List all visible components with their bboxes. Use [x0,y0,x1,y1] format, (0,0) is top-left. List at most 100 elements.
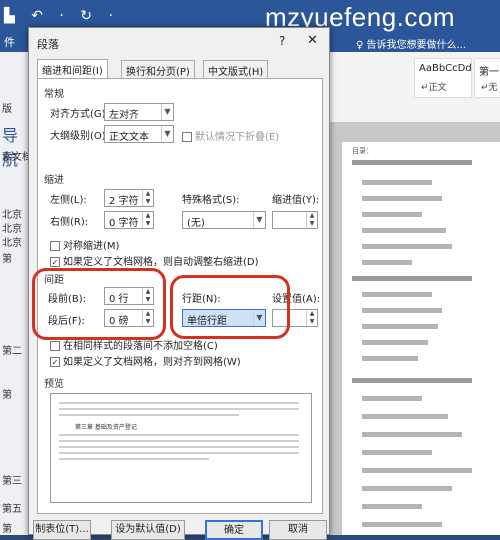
tab-line-page-breaks[interactable]: 换行和分页(P) [121,60,195,78]
checkbox-box [182,132,192,142]
doc-line [362,504,422,509]
indent-right-spinner[interactable]: 0 字符 ▲ ▼ [104,211,154,229]
indent-right-value: 0 字符 [109,218,139,229]
tabs-button[interactable]: 制表位(T)... [33,520,91,540]
indent-right-label: 右侧(R): [50,217,89,228]
spinner-arrows-icon[interactable]: ▲ ▼ [306,310,317,326]
nav-heading-item[interactable]: 第 [2,386,12,401]
nav-heading-item[interactable]: 北京 [2,220,22,235]
spinner-arrows-icon[interactable]: ▲ ▼ [142,190,153,206]
preview-line [59,458,209,460]
preview-sample-heading: 第三章 基础及资产登记 [75,424,137,431]
indent-left-spinner[interactable]: 2 字符 ▲ ▼ [104,189,154,207]
special-format-label: 特殊格式(S): [182,195,240,206]
preview-section-title: 预览 [44,379,64,390]
outline-level-select[interactable]: 正文文本 ▼ [104,125,174,143]
document-page[interactable]: 目录： [342,142,500,535]
checkbox-label: 在相同样式的段落间不添加空格(C) [63,341,218,352]
nav-heading-item[interactable]: 北京 [2,206,22,221]
indent-left-label: 左侧(L): [50,195,87,206]
checkbox-box [50,241,60,251]
indent-left-value: 2 字符 [109,196,139,207]
preview-line [59,434,299,436]
nav-heading-item[interactable]: 第 [2,250,12,265]
toc-label: 目录： [352,147,373,155]
doc-line [362,432,462,437]
style-normal[interactable]: AaBbCcDd ↵正文 [414,58,472,98]
nav-heading-item[interactable]: 第 [2,520,12,535]
cancel-button[interactable]: 取消 [269,520,327,540]
set-default-button[interactable]: 设为默认值(D) [111,520,185,540]
tab-asian-typography[interactable]: 中文版式(H) [203,60,269,78]
file-tab[interactable]: 件 [0,32,19,52]
indent-by-spinner[interactable]: ▲ ▼ [272,211,318,229]
outline-level-value: 正文文本 [109,132,149,143]
close-icon[interactable]: ✕ [307,33,318,48]
doc-line [352,378,472,383]
outline-level-label: 大纲级别(O): [50,131,110,142]
preview-line [59,440,299,442]
style-name: ↵正文 [421,83,447,93]
help-icon[interactable]: ? [279,34,285,48]
style-name: ↵无 [481,83,498,93]
mirror-indents-checkbox[interactable]: 对称缩进(M) [50,237,119,252]
doc-line [362,356,418,361]
quick-access-toolbar[interactable]: ▙ ↶ · ↻ · [4,8,119,24]
tab-indents-spacing[interactable]: 缩进和间距(I) [37,59,108,79]
preview-line [59,414,239,416]
doc-line [352,276,472,281]
nav-heading-item[interactable]: 第二 [2,342,22,357]
preview-line [59,402,299,404]
nav-heading-item[interactable]: 第三 [2,472,22,487]
nav-heading-item[interactable]: 北京 [2,234,22,249]
doc-line [362,244,452,249]
snap-to-grid-checkbox[interactable]: ✓ 如果定义了文档网格，则对齐到网格(W) [50,353,241,368]
doc-line [362,212,422,217]
styles-gallery: AaBbCcDd ↵正文 第一 ↵无 [322,52,500,132]
checkbox-box [50,341,60,351]
doc-line [362,340,428,345]
doc-line [362,260,412,265]
doc-line [362,396,422,401]
doc-line [362,196,442,201]
doc-line [362,228,446,233]
special-format-select[interactable]: (无) ▼ [182,211,266,229]
navigation-pane: 版 导航 索文档 北京 北京 北京 第 第二 第 第三 第五 第 [0,52,32,535]
indentation-section-title: 缩进 [44,175,64,186]
chevron-down-icon: ▼ [161,104,173,120]
doc-line [362,324,438,329]
checkbox-label: 对称缩进(M) [63,241,120,252]
doc-line [362,292,432,297]
doc-line [362,414,448,419]
check-icon: ✓ [50,257,60,267]
preview-line [59,452,299,454]
checkbox-label: 默认情况下折叠(E) [195,132,280,143]
checkbox-label: 如果定义了文档网格，则自动调整右缩进(D) [63,257,259,268]
style-preview: 第一 [479,67,499,78]
spinner-arrows-icon[interactable]: ▲ ▼ [142,212,153,228]
special-format-value: (无) [187,218,205,229]
doc-line [362,450,432,455]
dialog-title: 段落 [37,38,59,51]
doc-line [362,308,442,313]
check-icon: ✓ [50,357,60,367]
preview-line [59,408,299,410]
style-heading[interactable]: 第一 ↵无 [474,58,500,98]
doc-line [362,468,472,473]
indent-by-label: 缩进值(Y): [272,195,320,206]
preview-line [59,446,299,448]
annotation-circle-line-spacing [170,275,290,339]
auto-adjust-right-indent-checkbox[interactable]: ✓ 如果定义了文档网格，则自动调整右缩进(D) [50,253,259,268]
collapsed-default-checkbox[interactable]: 默认情况下折叠(E) [182,128,279,143]
doc-line [352,160,472,165]
style-preview: AaBbCcDd [419,63,472,74]
nav-heading-item[interactable]: 第五 [2,500,22,515]
alignment-value: 左对齐 [109,110,139,121]
doc-line [362,486,452,491]
nav-label: 版 [2,104,12,115]
ok-button[interactable]: 确定 [205,520,263,540]
general-section-title: 常规 [44,89,64,100]
tell-me-search[interactable]: ♀ 告诉我您想要做什么... [356,36,466,51]
spinner-arrows-icon[interactable]: ▲ ▼ [306,212,317,228]
alignment-select[interactable]: 左对齐 ▼ [104,103,174,121]
